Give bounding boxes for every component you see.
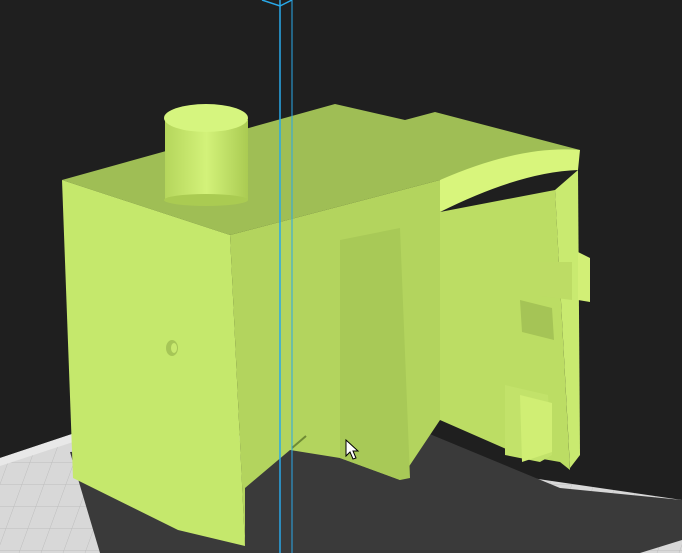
scene-canvas[interactable] <box>0 0 682 553</box>
model-cylinder <box>164 104 248 206</box>
model-tab-upper <box>540 262 572 300</box>
3d-viewport[interactable] <box>0 0 682 553</box>
